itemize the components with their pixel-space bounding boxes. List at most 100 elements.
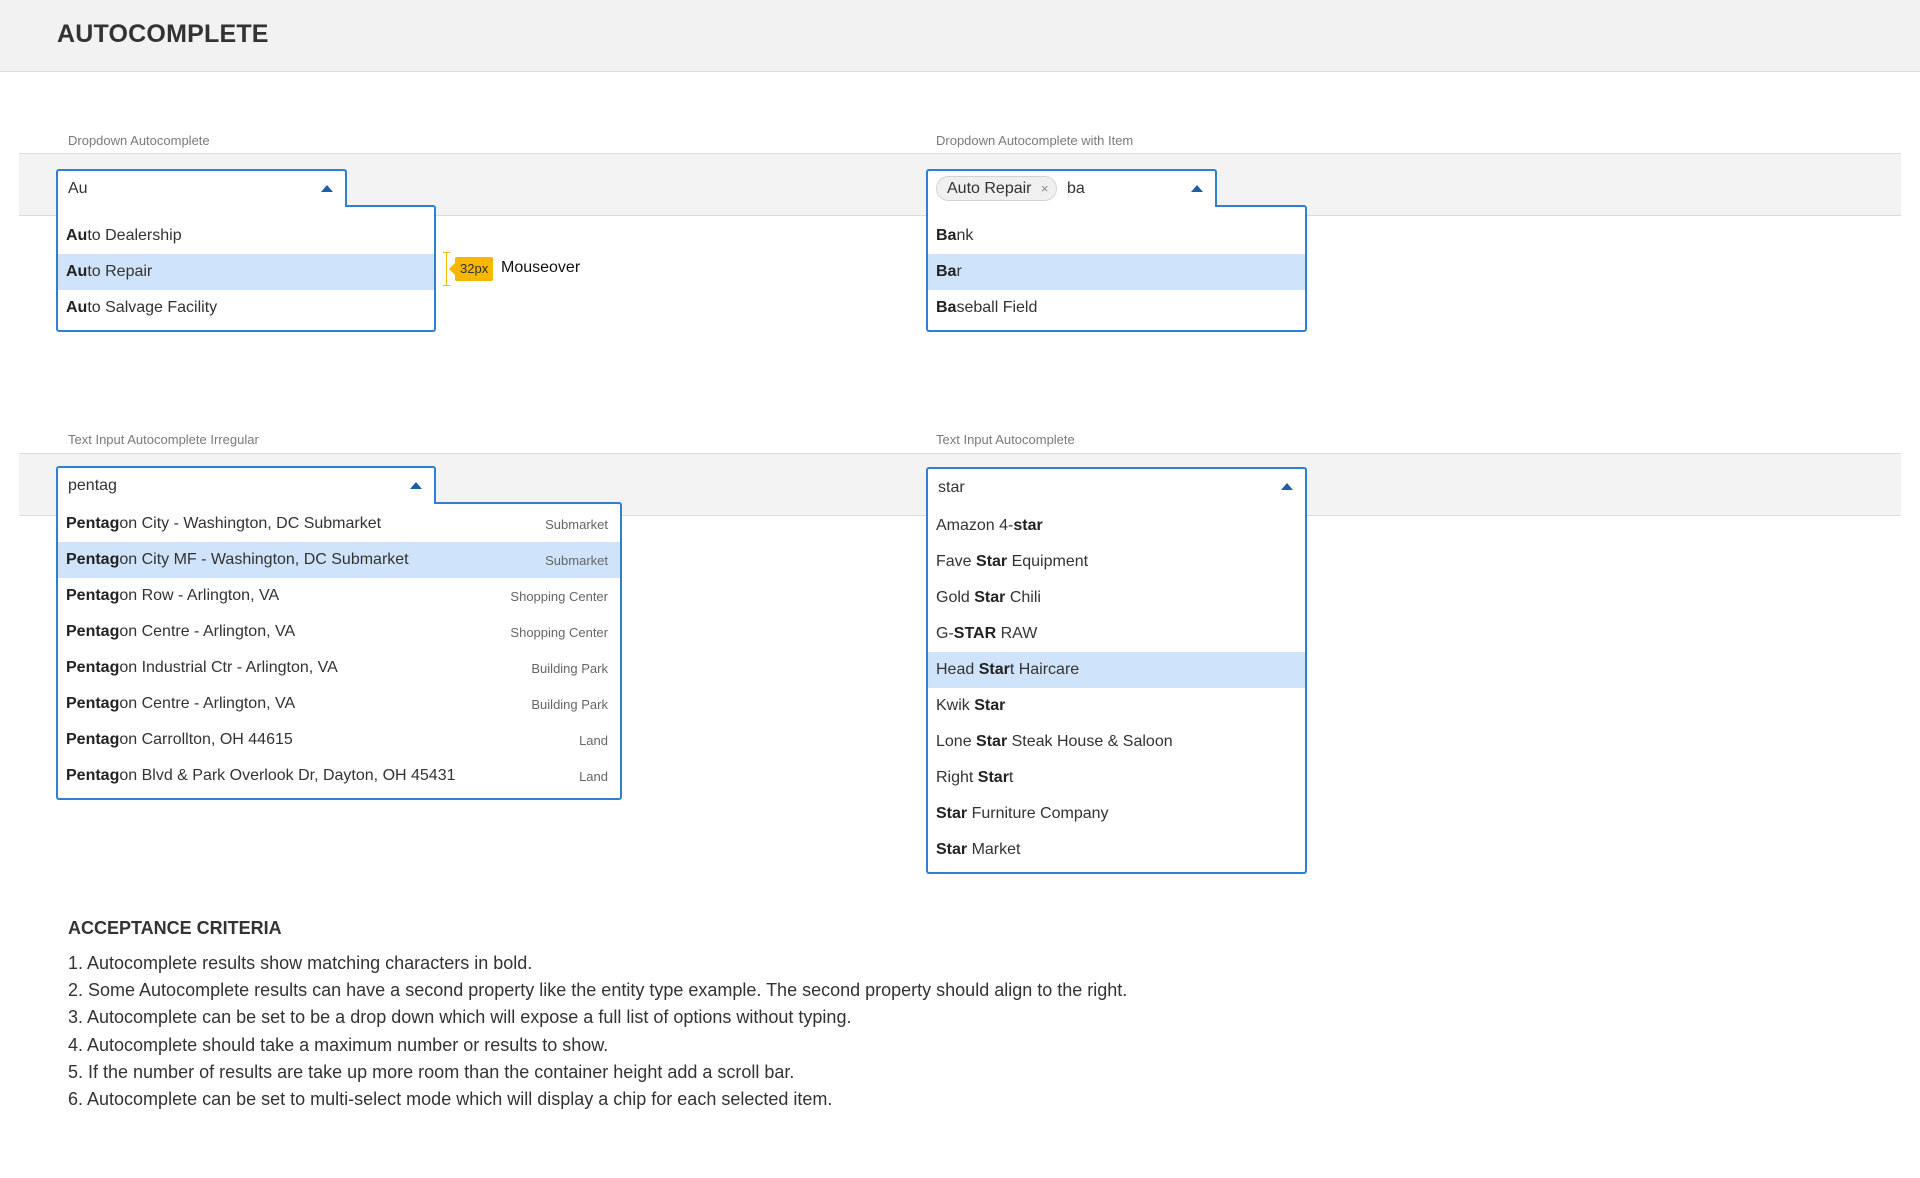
match-highlight: Star [976,733,1008,750]
option-label: Pentagon City MF - Washington, DC Submar… [66,551,409,569]
autocomplete-option[interactable]: Bar [928,254,1305,290]
option-entity-type: Building Park [531,696,608,712]
caret-up-icon[interactable] [1281,483,1293,490]
text-input-input[interactable]: star [926,467,1307,505]
match-highlight: Ba [936,227,957,244]
autocomplete-option[interactable]: Kwik Star [928,688,1305,724]
dropdown-autocomplete-list: Auto Dealership Auto Repair Auto Salvage F… [56,205,436,332]
match-highlight: Star [974,589,1006,606]
text-input-irregular-label: Text Input Autocomplete Irregular [68,432,259,447]
dropdown-autocomplete-item-label: Dropdown Autocomplete with Item [936,133,1134,148]
item-text-part: G- [936,625,954,642]
option-entity-type: Shopping Center [510,624,608,640]
acceptance-criteria-item: 4. Autocomplete should take a maximum nu… [68,1034,609,1055]
autocomplete-option[interactable]: Auto Salvage Facility [58,290,434,326]
autocomplete-option[interactable]: Lone Star Steak House & Saloon [928,724,1305,760]
close-icon[interactable]: × [1041,177,1049,200]
caret-up-icon[interactable] [410,482,422,489]
match-highlight: Au [66,227,88,244]
autocomplete-option[interactable]: Pentagon Centre - Arlington, VA Shopping … [58,614,620,650]
option-label: Pentagon City - Washington, DC Submarket [66,515,381,533]
option-label: Gold Star Chili [936,589,1041,607]
autocomplete-option[interactable]: Pentagon Blvd & Park Overlook Dr, Dayton… [58,758,620,794]
item-text-part: t [1008,769,1014,786]
option-entity-type: Land [579,768,608,784]
match-highlight: Pentag [66,659,120,676]
item-text-part: on Industrial Ctr - Arlington, VA [119,659,338,676]
option-label: Pentagon Carrollton, OH 44615 [66,731,293,749]
text-input-irregular-input[interactable]: pentag [56,466,436,504]
option-label: Pentagon Row - Arlington, VA [66,587,279,605]
selected-chip[interactable]: Auto Repair × [936,176,1057,201]
item-text-part: Right [936,769,978,786]
match-highlight: Ba [936,299,957,316]
option-entity-type: Land [579,732,608,748]
item-text-part: Kwik [936,697,975,714]
dropdown-autocomplete-item-input[interactable]: Auto Repair × ba [926,169,1217,207]
autocomplete-option[interactable]: Star Furniture Company [928,796,1305,832]
acceptance-criteria-item: 6. Autocomplete can be set to multi-sele… [68,1089,833,1110]
dropdown-autocomplete-input[interactable]: Au [56,169,347,207]
dropdown-autocomplete-input-value: Au [68,180,88,197]
text-input-irregular-input-value: pentag [68,477,117,494]
item-text-part: t Haircare [1009,661,1080,678]
autocomplete-option[interactable]: Auto Dealership [58,218,434,254]
chip-label: Auto Repair [947,180,1032,197]
autocomplete-option[interactable]: Gold Star Chili [928,580,1305,616]
match-highlight: Star [976,553,1008,570]
autocomplete-option[interactable]: Right Start [928,760,1305,796]
autocomplete-option[interactable]: Head Start Haircare [928,652,1305,688]
option-entity-type: Submarket [545,552,608,568]
caret-up-icon[interactable] [321,185,333,192]
option-label: Pentagon Industrial Ctr - Arlington, VA [66,659,338,677]
acceptance-criteria-item: 1. Autocomplete results show matching ch… [68,953,533,973]
match-highlight: Pentag [66,767,120,784]
autocomplete-option[interactable]: Pentagon City MF - Washington, DC Submar… [58,542,620,578]
autocomplete-option[interactable]: Pentagon Centre - Arlington, VA Building … [58,686,620,722]
autocomplete-option[interactable]: Fave Star Equipment [928,544,1305,580]
autocomplete-option[interactable]: Bank [928,218,1305,254]
match-highlight: Star [977,769,1009,786]
autocomplete-option[interactable]: Amazon 4-star [928,508,1305,544]
option-label: Right Start [936,769,1013,787]
option-label: Star Market [936,841,1020,859]
item-text-part: on Blvd & Park Overlook Dr, Dayton, OH 4… [119,767,456,784]
autocomplete-option[interactable]: Pentagon Carrollton, OH 44615 Land [58,722,620,758]
dropdown-autocomplete-label: Dropdown Autocomplete [68,133,210,148]
option-label: G-STAR RAW [936,625,1037,643]
autocomplete-option[interactable]: Star Market [928,832,1305,868]
option-label: Kwik Star [936,697,1005,715]
height-annotation-line [443,252,450,286]
option-label: Auto Salvage Facility [66,299,217,317]
autocomplete-option[interactable]: Pentagon Industrial Ctr - Arlington, VA B… [58,650,620,686]
autocomplete-option[interactable]: Pentagon Row - Arlington, VA Shopping Cen… [58,578,620,614]
item-text-part: to Dealership [87,227,182,244]
page-title: AUTOCOMPLETE [57,20,269,48]
item-text-part: to Salvage Facility [87,299,218,316]
autocomplete-option[interactable]: Pentagon City - Washington, DC Submarket… [58,506,620,542]
match-highlight: Pentag [66,587,120,604]
match-highlight: Pentag [66,515,120,532]
item-text-part: on City MF - Washington, DC Submarket [119,551,409,568]
option-label: Pentagon Blvd & Park Overlook Dr, Dayton… [66,767,456,785]
caret-up-icon[interactable] [1191,185,1203,192]
item-text-part: Steak House & Saloon [1007,733,1173,750]
match-highlight: Star [978,661,1010,678]
autocomplete-option[interactable]: Auto Repair [58,254,434,290]
option-label: Bar [936,263,962,281]
item-text-part: Market [967,841,1021,858]
height-annotation-badge: 32px [448,257,494,281]
item-text-part: on Centre - Arlington, VA [119,623,296,640]
acceptance-criteria-title: ACCEPTANCE CRITERIA [68,918,282,938]
text-input-input-value: star [938,479,965,496]
item-text-part: Head [936,661,979,678]
autocomplete-option[interactable]: G-STAR RAW [928,616,1305,652]
item-text-part: seball Field [956,299,1038,316]
match-highlight: Au [66,263,88,280]
autocomplete-option[interactable]: Baseball Field [928,290,1305,326]
text-input-irregular-list: Pentagon City - Washington, DC Submarket… [56,502,622,800]
match-highlight: Star [936,841,968,858]
item-text-part: Chili [1005,589,1041,606]
item-text-part: Lone [936,733,977,750]
option-entity-type: Submarket [545,516,608,532]
